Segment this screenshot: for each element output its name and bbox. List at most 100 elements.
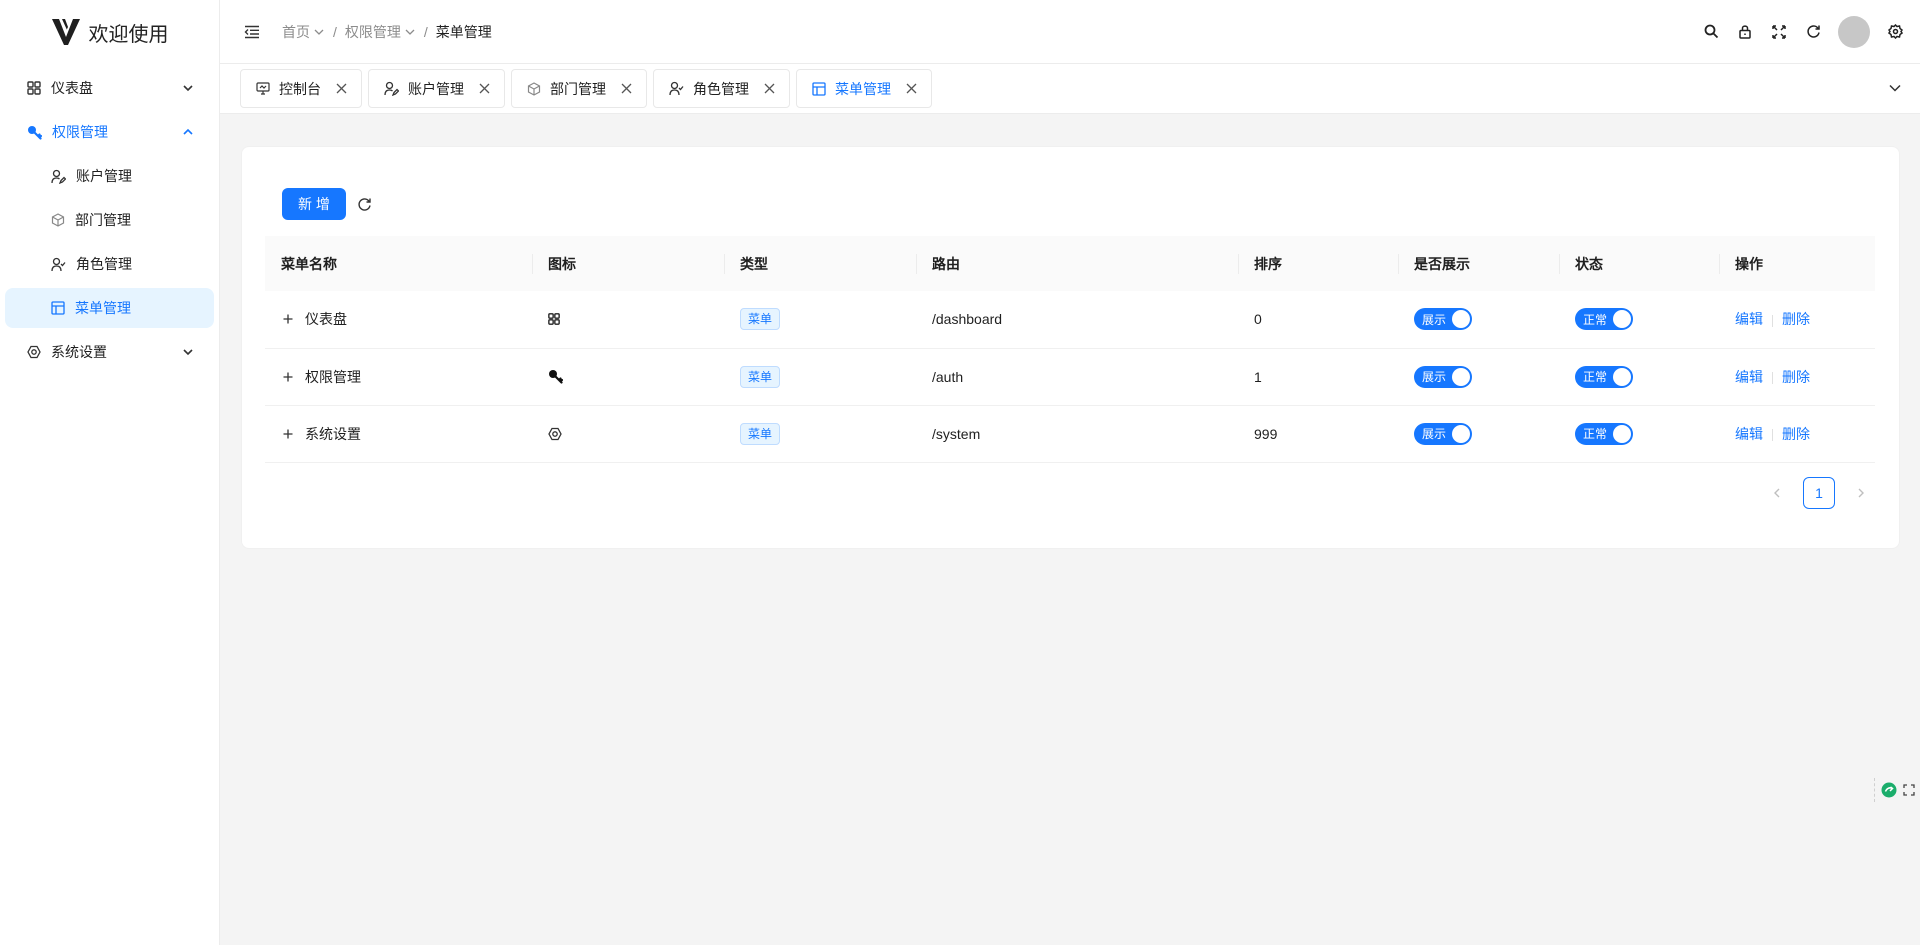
header: 首页 / 权限管理 / 菜单管理 <box>220 0 1920 64</box>
floating-widget <box>1874 778 1920 802</box>
add-button[interactable]: 新 增 <box>282 188 346 220</box>
expand-row-button[interactable] <box>281 312 295 326</box>
settings-icon <box>27 345 41 359</box>
page-number[interactable]: 1 <box>1803 477 1835 509</box>
tab-menu[interactable]: 菜单管理 <box>796 69 932 108</box>
table-row: 权限管理 菜单 /auth 1 展示 正常 编辑 删除 <box>265 348 1875 406</box>
edit-link[interactable]: 编辑 <box>1735 369 1763 385</box>
tab-close-button[interactable] <box>621 83 632 94</box>
show-switch[interactable]: 展示 <box>1414 422 1472 445</box>
edit-link[interactable]: 编辑 <box>1735 311 1763 327</box>
key-icon <box>549 370 563 384</box>
tab-console[interactable]: 控制台 <box>240 69 362 108</box>
expand-row-button[interactable] <box>281 427 295 441</box>
chevron-right-icon <box>1858 488 1864 498</box>
tab-role[interactable]: 角色管理 <box>653 69 790 108</box>
user-edit-icon <box>384 81 399 96</box>
chat-icon[interactable] <box>1881 782 1897 798</box>
chevron-left-icon <box>1774 488 1780 498</box>
column-header: 路由 <box>916 236 1238 291</box>
plus-icon <box>283 314 293 324</box>
tab-close-button[interactable] <box>906 83 917 94</box>
sidebar-item-role[interactable]: 角色管理 <box>5 244 214 284</box>
plus-icon <box>283 429 293 438</box>
reload-button[interactable] <box>1804 23 1822 41</box>
expand-row-button[interactable] <box>281 370 295 384</box>
show-switch[interactable]: 展示 <box>1414 365 1472 388</box>
show-switch[interactable]: 展示 <box>1414 308 1472 331</box>
delete-link[interactable]: 删除 <box>1782 369 1810 385</box>
sidebar-item-label: 部门管理 <box>75 212 131 228</box>
chevron-up-icon <box>183 128 193 135</box>
column-header: 是否展示 <box>1398 236 1559 291</box>
sidebar-item-label: 仪表盘 <box>51 80 93 96</box>
type-tag: 菜单 <box>740 422 781 445</box>
search-button[interactable] <box>1702 23 1720 41</box>
reload-icon <box>1806 25 1820 38</box>
sidebar-item-department[interactable]: 部门管理 <box>5 200 214 240</box>
close-icon <box>479 83 490 94</box>
sidebar-item-system[interactable]: 系统设置 <box>5 332 214 372</box>
tabs-more-button[interactable] <box>1888 81 1902 95</box>
menu-name: 权限管理 <box>305 368 361 385</box>
table-icon <box>51 301 65 315</box>
settings-button[interactable] <box>1886 23 1904 41</box>
breadcrumb-section[interactable]: 权限管理 <box>345 22 416 42</box>
close-icon <box>764 83 775 94</box>
breadcrumb: 首页 / 权限管理 / 菜单管理 <box>282 22 492 42</box>
reload-icon <box>357 197 371 211</box>
user-edit-icon <box>51 169 66 184</box>
route-cell: /dashboard <box>916 291 1238 349</box>
sidebar: 欢迎使用 仪表盘 权限管理 账户管理 部门管理 角色管理 菜单管理 系统设置 <box>0 0 220 945</box>
chevron-down-icon <box>405 29 415 35</box>
sidebar-item-menu[interactable]: 菜单管理 <box>5 288 214 328</box>
delete-link[interactable]: 删除 <box>1782 426 1810 442</box>
prev-page-button[interactable] <box>1763 477 1791 509</box>
tab-close-button[interactable] <box>764 83 775 94</box>
column-header: 状态 <box>1559 236 1719 291</box>
edit-link[interactable]: 编辑 <box>1735 426 1763 442</box>
plus-icon <box>283 372 293 381</box>
tab-close-button[interactable] <box>479 83 490 94</box>
tab-department[interactable]: 部门管理 <box>511 69 647 108</box>
chevron-down-icon <box>183 349 193 356</box>
tabs-bar: 控制台 账户管理 部门管理 角色管理 菜单管理 <box>220 64 1920 114</box>
sidebar-item-auth[interactable]: 权限管理 <box>5 112 214 152</box>
refresh-button[interactable] <box>354 194 374 214</box>
sidebar-item-label: 角色管理 <box>76 256 132 272</box>
search-icon <box>1704 24 1718 39</box>
logo[interactable]: 欢迎使用 <box>0 0 219 64</box>
sidebar-item-account[interactable]: 账户管理 <box>5 156 214 196</box>
pagination: 1 <box>1763 477 1875 509</box>
sidebar-item-label: 权限管理 <box>52 124 108 140</box>
menu-collapse-button[interactable] <box>240 20 264 44</box>
order-cell: 1 <box>1238 348 1398 406</box>
menu-name: 系统设置 <box>305 425 361 442</box>
column-header: 操作 <box>1719 236 1875 291</box>
lock-button[interactable] <box>1736 23 1754 41</box>
fullscreen-button[interactable] <box>1770 23 1788 41</box>
next-page-button[interactable] <box>1847 477 1875 509</box>
status-switch[interactable]: 正常 <box>1575 365 1633 388</box>
chevron-down-icon <box>1889 84 1901 92</box>
order-cell: 999 <box>1238 405 1398 463</box>
delete-link[interactable]: 删除 <box>1782 311 1810 327</box>
app-title: 欢迎使用 <box>88 23 169 46</box>
close-icon <box>336 83 347 94</box>
table-icon <box>812 81 826 96</box>
column-header: 类型 <box>724 236 916 291</box>
close-icon <box>906 83 917 94</box>
close-icon <box>621 83 632 94</box>
status-switch[interactable]: 正常 <box>1575 308 1633 331</box>
table-toolbar: 新 增 <box>282 188 374 220</box>
sidebar-item-dashboard[interactable]: 仪表盘 <box>5 68 214 108</box>
expand-icon[interactable] <box>1903 784 1915 796</box>
breadcrumb-current: 菜单管理 <box>435 23 492 40</box>
breadcrumb-home[interactable]: 首页 <box>282 22 325 42</box>
tab-close-button[interactable] <box>336 83 347 94</box>
avatar[interactable] <box>1838 15 1870 48</box>
tab-account[interactable]: 账户管理 <box>368 69 505 108</box>
status-switch[interactable]: 正常 <box>1575 422 1633 445</box>
cube-icon <box>527 81 541 96</box>
table-row: 仪表盘 菜单 /dashboard 0 展示 正常 编辑 删除 <box>265 291 1875 349</box>
